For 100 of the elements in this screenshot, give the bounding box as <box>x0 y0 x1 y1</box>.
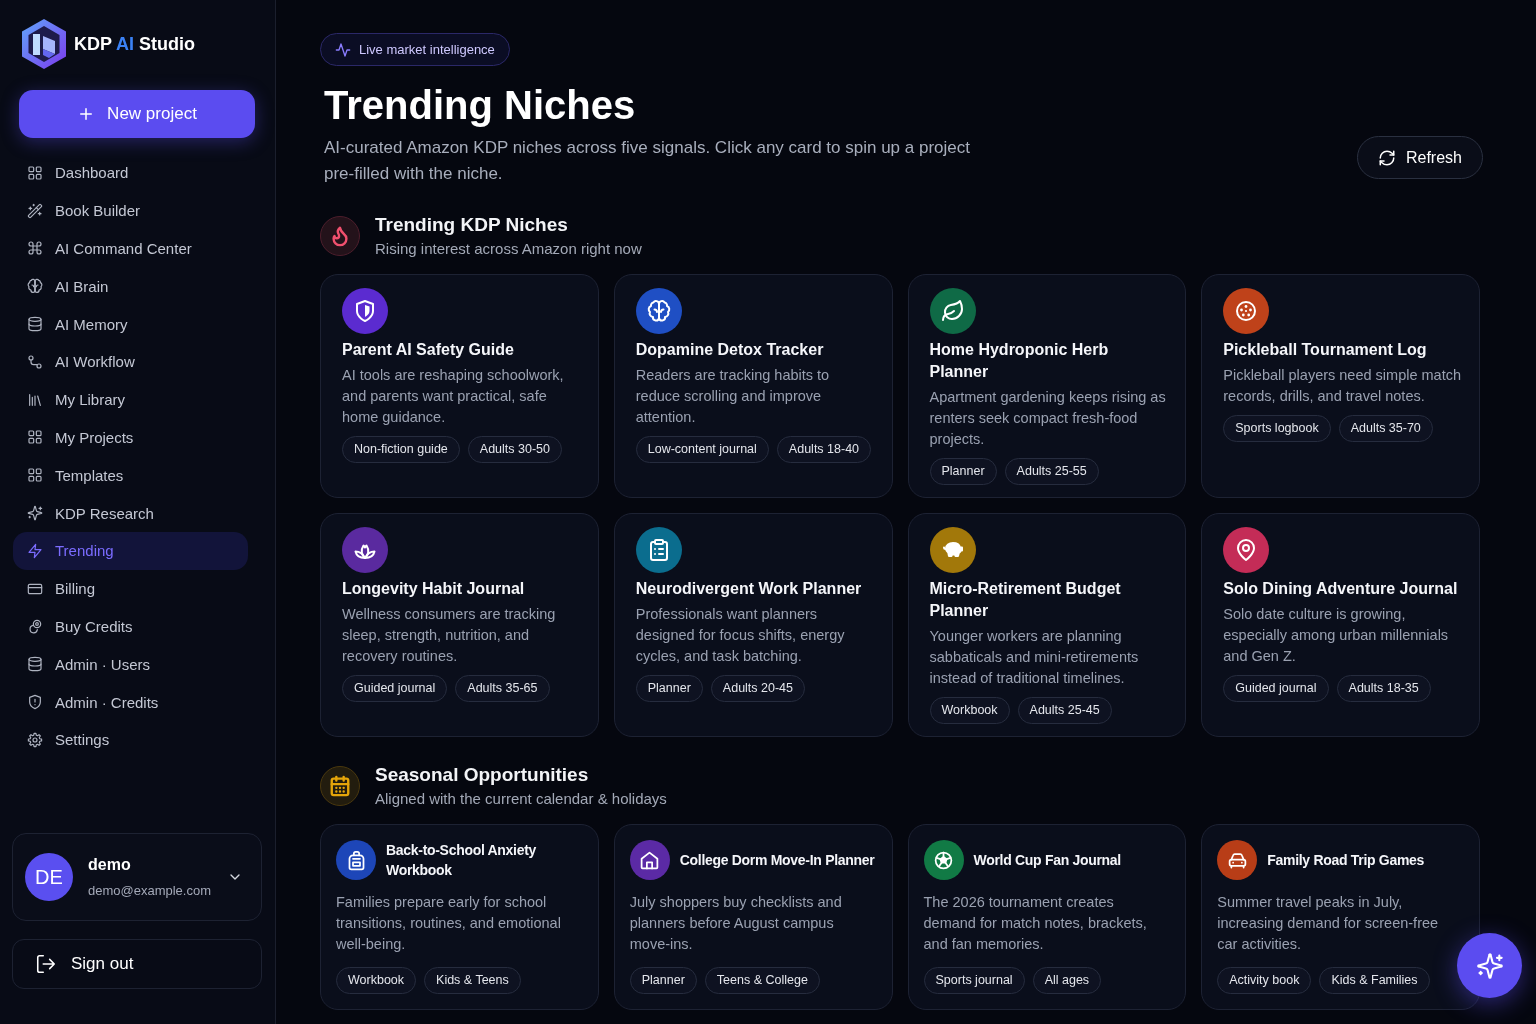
nav-item[interactable]: Buy Credits <box>13 607 248 646</box>
settings-icon <box>27 731 43 748</box>
nav-item[interactable]: AI Command Center <box>13 229 248 268</box>
card-title: World Cup Fan Journal <box>973 851 1121 870</box>
page-subtitle: AI-curated Amazon KDP niches across five signals. Click any card to spin up a project pre-filled with the niche. <box>324 137 971 185</box>
niche-card[interactable]: Home Hydroponic Herb Planner Apartment gardening keeps rising as renters seek compact fresh-food projects. Planner Adults 25-55 <box>907 274 1187 498</box>
tag: Adults 18-40 <box>776 436 872 463</box>
library-icon <box>27 391 43 408</box>
card-title: Home Hydroponic Herb Planner <box>929 340 1110 382</box>
nav-item[interactable]: My Library <box>13 380 248 419</box>
card-description: Summer travel peaks in July, increasing demand for screen-free car activities. <box>1217 893 1440 954</box>
sign-out-button[interactable]: Sign out <box>12 939 262 989</box>
nav-item[interactable]: AI Workflow <box>13 343 248 381</box>
card-description: Solo date culture is growing, especially among urban millennials and Gen Z. <box>1223 605 1450 666</box>
card-description: The 2026 tournament creates demand for match notes, brackets, and fan memories. <box>923 893 1148 954</box>
section-title: Seasonal Opportunities <box>375 763 590 787</box>
tag: All ages <box>1032 967 1102 994</box>
calendar-icon <box>320 766 360 806</box>
flame-icon <box>320 216 360 256</box>
section-subtitle: Aligned with the current calendar & holidays <box>375 789 667 809</box>
card-title: Micro-Retirement Budget Planner <box>929 579 1122 621</box>
card-title: College Dorm Move-In Planner <box>679 851 875 870</box>
tag: Planner <box>635 675 703 702</box>
niche-card[interactable]: Neurodivergent Work Planner Professionals want planners designed for focus shifts, energy cycles, and task batching. Planner Adults 20-45 <box>613 513 893 737</box>
niche-card[interactable]: Solo Dining Adventure Journal Solo date culture is growing, especially among urban millennials and Gen Z. Guided journal Adults 18-35 <box>1201 513 1480 737</box>
user-card[interactable]: DE demo demo@example.com <box>12 833 262 921</box>
card-description: Younger workers are planning sabbaticals and mini-retirements instead of traditional timelines. <box>929 627 1140 688</box>
tag: Planner <box>629 967 697 994</box>
nav-item[interactable]: AI Memory <box>13 305 248 343</box>
card-description: Pickleball players need simple match records, drills, and travel notes. <box>1223 366 1462 406</box>
nav-item[interactable]: KDP Research <box>13 494 248 532</box>
niche-card[interactable]: Micro-Retirement Budget Planner Younger workers are planning sabbaticals and mini-retirements instead of traditional timelines. Workbook Adults 25-45 <box>907 513 1187 737</box>
brand-name: KDP AI Studio <box>74 33 195 55</box>
user-email: demo@example.com <box>88 883 212 899</box>
card-description: July shoppers buy checklists and planners before August campus move-ins. <box>629 893 843 954</box>
tag: Adults 30-50 <box>467 436 562 463</box>
card-title: Back-to-School Anxiety Workbook <box>386 841 538 880</box>
niche-card[interactable]: Family Road Trip Games Summer travel peaks in July, increasing demand for screen-free car activities. Activity book Kids & Families <box>1201 824 1480 1010</box>
card-description: Professionals want planners designed for focus shifts, energy cycles, and task batching. <box>635 605 846 666</box>
sparkle-icon <box>27 505 43 522</box>
tag: Adults 20-45 <box>710 675 806 702</box>
tag: Adults 25-45 <box>1017 697 1112 724</box>
tag: Activity book <box>1217 967 1312 994</box>
grid-icon <box>27 467 43 484</box>
card-title: Parent AI Safety Guide <box>342 340 515 360</box>
card-title: Neurodivergent Work Planner <box>635 579 863 599</box>
section-title: Trending KDP Niches <box>375 213 569 237</box>
niche-card[interactable]: College Dorm Move-In Planner July shoppers buy checklists and planners before August campus move-ins. Planner Teens & College <box>613 824 893 1010</box>
shield-icon <box>27 694 43 711</box>
tag: Adults 25-55 <box>1004 458 1099 485</box>
user-name: demo <box>88 855 132 875</box>
card-description: Families prepare early for school transitions, routines, and emotional well-being. <box>336 893 562 954</box>
nav-item[interactable]: Admin · Users <box>13 645 248 684</box>
tag: Adults 18-35 <box>1336 675 1431 702</box>
card-title: Pickleball Tournament Log <box>1223 340 1428 360</box>
niche-card[interactable]: World Cup Fan Journal The 2026 tournament creates demand for match notes, brackets, and fan memories. Sports journal All ages <box>907 824 1187 1010</box>
live-status-label: Live market intelligence <box>359 42 495 57</box>
nav-item[interactable]: Book Builder <box>13 191 248 230</box>
tag: Guided journal <box>1223 675 1329 702</box>
card-description: Wellness consumers are tracking sleep, strength, nutrition, and recovery routines. <box>342 605 557 666</box>
niche-card[interactable]: Dopamine Detox Tracker Readers are tracking habits to reduce scrolling and improve attention. Low-content journal Adults 18-40 <box>613 274 893 498</box>
tag: Kids & Teens <box>424 967 521 994</box>
brain-icon <box>27 278 43 295</box>
refresh-icon <box>1377 148 1396 167</box>
tag: Low-content journal <box>635 436 769 463</box>
card-description: AI tools are reshaping schoolwork, and parents want practical, safe home guidance. <box>342 366 565 427</box>
niche-card[interactable]: Back-to-School Anxiety Workbook Families prepare early for school transitions, routines, and emotional well-being. Workbook Kids & Teens <box>320 824 599 1010</box>
tag: Teens & College <box>704 967 820 994</box>
nav-item[interactable]: Templates <box>13 456 248 495</box>
command-icon <box>27 240 43 257</box>
nav-item[interactable]: Trending <box>13 531 248 570</box>
tag: Workbook <box>929 697 1010 724</box>
nav-item[interactable]: Billing <box>13 569 248 608</box>
tag: Sports logbook <box>1223 415 1331 442</box>
tag: Workbook <box>336 967 417 994</box>
new-project-button[interactable]: New project <box>19 90 255 138</box>
tag: Adults 35-65 <box>455 675 550 702</box>
section-subtitle: Rising interest across Amazon right now <box>375 239 642 259</box>
nav-item[interactable]: Settings <box>13 720 248 759</box>
nav-item[interactable]: Admin · Credits <box>13 683 248 721</box>
nav-item[interactable]: My Projects <box>13 418 248 457</box>
tag: Planner <box>929 458 997 485</box>
niche-card[interactable]: Pickleball Tournament Log Pickleball players need simple match records, drills, and travel notes. Sports logbook Adults 35-70 <box>1201 274 1480 498</box>
log-out-icon <box>35 953 57 975</box>
grid-icon <box>27 429 43 446</box>
niche-card[interactable]: Parent AI Safety Guide AI tools are reshaping schoolwork, and parents want practical, safe home guidance. Non-fiction guide Adults 30-50 <box>320 274 599 498</box>
wand-icon <box>27 202 43 219</box>
avatar: DE <box>25 853 73 901</box>
nav-item[interactable]: Dashboard <box>13 154 248 192</box>
card-title: Family Road Trip Games <box>1267 851 1425 870</box>
grid-icon <box>27 164 43 181</box>
workflow-icon <box>27 353 43 370</box>
refresh-button[interactable]: Refresh <box>1356 136 1483 179</box>
pulse-icon <box>335 41 351 58</box>
tag: Adults 35-70 <box>1338 415 1433 442</box>
nav-item[interactable]: AI Brain <box>13 267 248 306</box>
niche-card[interactable]: Longevity Habit Journal Wellness consumers are tracking sleep, strength, nutrition, and recovery routines. Guided journal Adults 35-65 <box>320 513 599 737</box>
tag: Non-fiction guide <box>342 436 460 463</box>
lightning-icon <box>27 542 43 559</box>
logo-icon <box>20 18 68 70</box>
